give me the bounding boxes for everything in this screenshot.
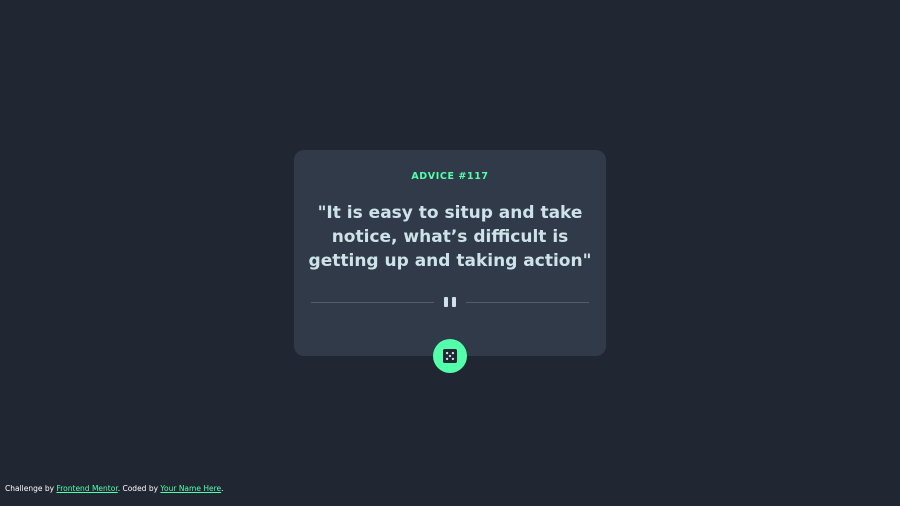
attribution-suffix: . (221, 484, 224, 493)
attribution: Challenge by Frontend Mentor. Coded by Y… (5, 484, 224, 493)
attribution-prefix: Challenge by (5, 484, 57, 493)
advice-quote: "It is easy to situp and take notice, wh… (308, 203, 592, 271)
attribution-middle: . Coded by (117, 484, 161, 493)
author-link[interactable]: Your Name Here (160, 484, 221, 493)
divider (311, 296, 589, 308)
advice-id: ADVICE #117 (411, 171, 489, 182)
pause-icon (444, 297, 456, 307)
divider-line-left (311, 302, 434, 303)
divider-line-right (466, 302, 589, 303)
dice-button[interactable] (433, 339, 467, 373)
dice-icon (443, 349, 457, 363)
frontend-mentor-link[interactable]: Frontend Mentor (56, 484, 117, 493)
advice-card: ADVICE #117 "It is easy to situp and tak… (294, 150, 606, 356)
